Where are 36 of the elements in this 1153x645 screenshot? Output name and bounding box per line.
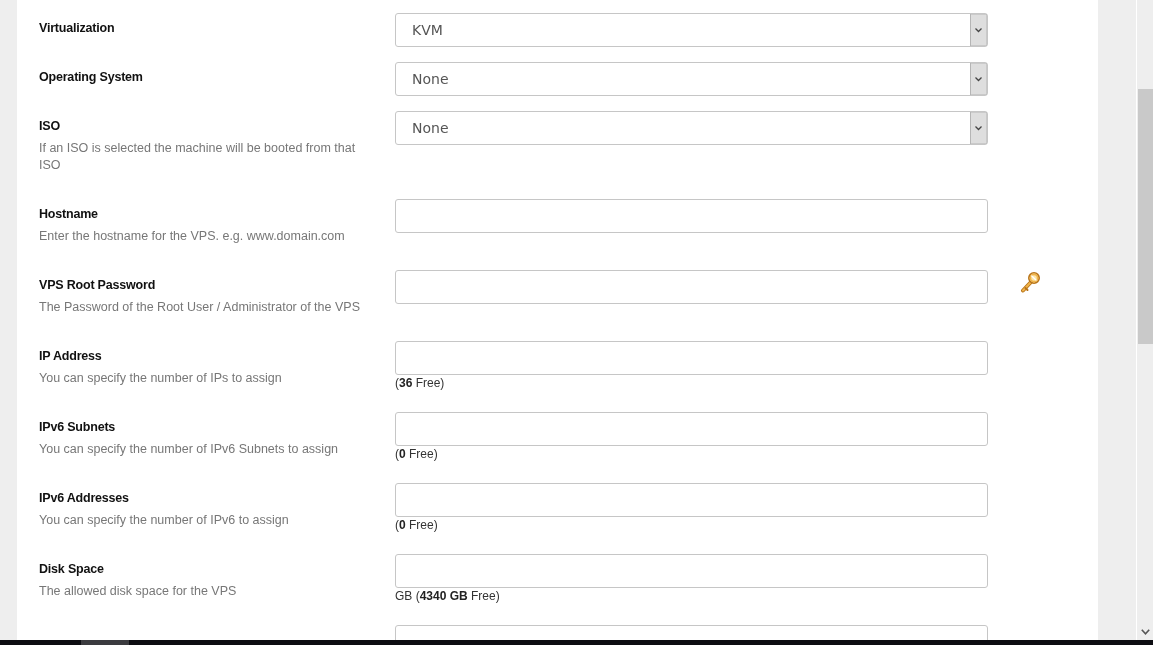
- text-input[interactable]: [395, 270, 988, 304]
- field-label: Hostname: [39, 206, 98, 223]
- free-count: (0 Free): [395, 517, 438, 534]
- taskbar-button[interactable]: [81, 640, 129, 645]
- select-field[interactable]: KVM: [395, 13, 988, 47]
- field-description: The Password of the Root User / Administrator of the VPS: [39, 299, 360, 316]
- chevron-down-icon[interactable]: [970, 112, 987, 144]
- field-label: Disk Space: [39, 561, 104, 578]
- chevron-down-icon[interactable]: [970, 63, 987, 95]
- scrollbar[interactable]: [1136, 0, 1153, 640]
- field-label: Operating System: [39, 69, 143, 86]
- field-description: You can specify the number of IPv6 to assign: [39, 512, 289, 529]
- field-label: ISO: [39, 118, 60, 135]
- field-description: The allowed disk space for the VPS: [39, 583, 237, 600]
- field-label: Virtualization: [39, 20, 115, 37]
- free-count: (36 Free): [395, 375, 445, 392]
- text-input[interactable]: [395, 483, 988, 517]
- text-input[interactable]: [395, 199, 988, 233]
- field-description: If an ISO is selected the machine will be booted from that ISO: [39, 140, 357, 174]
- field-label: IPv6 Subnets: [39, 419, 116, 436]
- select-field[interactable]: None: [395, 111, 988, 145]
- text-input[interactable]: [395, 341, 988, 375]
- field-description: You can specify the number of IPv6 Subnets to assign: [39, 441, 339, 458]
- chevron-down-icon[interactable]: [970, 14, 987, 46]
- free-count: GB (4340 GB Free): [395, 588, 500, 605]
- scrollbar-thumb[interactable]: [1137, 89, 1153, 344]
- field-label: VPS Root Password: [39, 277, 156, 294]
- key-icon[interactable]: [1020, 271, 1041, 293]
- select-field[interactable]: None: [395, 62, 988, 96]
- text-input[interactable]: [395, 412, 988, 446]
- field-label: IPv6 Addresses: [39, 490, 129, 507]
- text-input[interactable]: [395, 554, 988, 588]
- free-count: (0 Free): [395, 446, 438, 463]
- field-label: IP Address: [39, 348, 102, 365]
- field-description: Enter the hostname for the VPS. e.g. www.domain.com: [39, 228, 345, 245]
- field-description: You can specify the number of IPs to assign: [39, 370, 282, 387]
